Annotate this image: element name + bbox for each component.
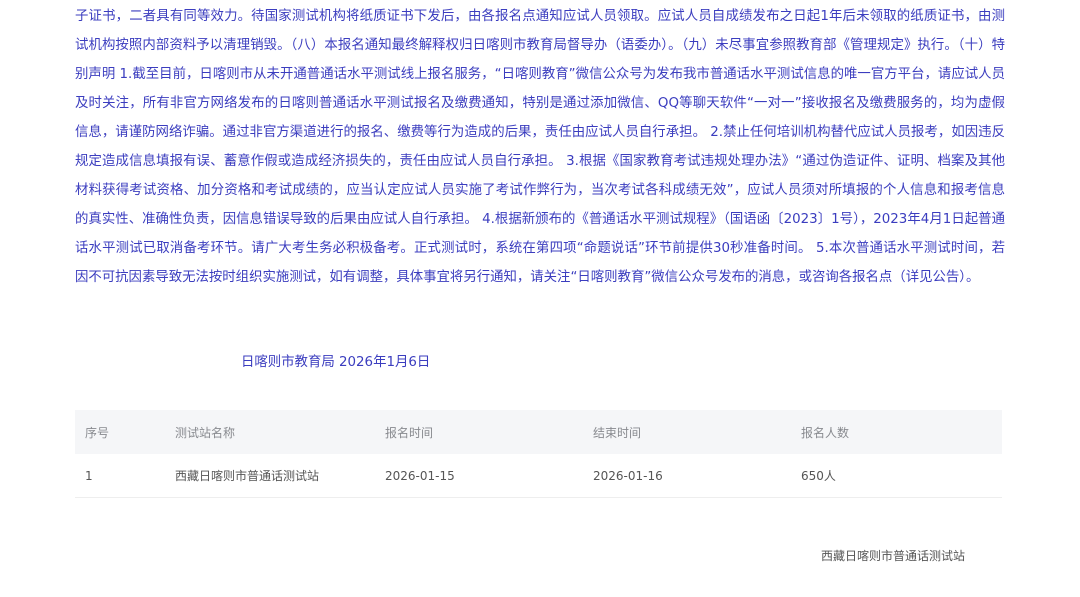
cell-registrant-count: 650人 — [791, 454, 1002, 498]
notice-body-text: 子证书，二者具有同等效力。待国家测试机构将纸质证书下发后，由各报名点通知应试人员… — [75, 9, 1005, 285]
header-end-time: 结束时间 — [593, 425, 642, 440]
cell-index: 1 — [75, 454, 165, 498]
header-registration-time: 报名时间 — [385, 425, 434, 440]
header-index: 序号 — [85, 425, 110, 440]
notice-signature: 日喀则市教育局 2026年1月6日 — [241, 351, 430, 375]
cell-end-time: 2026-01-16 — [583, 454, 791, 498]
table-header-row: 序号 测试站名称 报名时间 结束时间 报名人数 — [75, 410, 1002, 454]
test-site-table: 序号 测试站名称 报名时间 结束时间 报名人数 1 西藏日喀则市普通话测试站 2… — [75, 410, 1002, 498]
footer-org-name: 西藏日喀则市普通话测试站 — [821, 549, 966, 563]
header-registrant-count: 报名人数 — [801, 425, 850, 440]
cell-site-name: 西藏日喀则市普通话测试站 — [165, 454, 375, 498]
signature-org: 日喀则市教育局 — [241, 355, 335, 370]
cell-registration-time: 2026-01-15 — [375, 454, 583, 498]
header-site-name: 测试站名称 — [175, 425, 236, 440]
signature-date: 2026年1月6日 — [339, 355, 431, 370]
table-row: 1 西藏日喀则市普通话测试站 2026-01-15 2026-01-16 650… — [75, 454, 1002, 498]
